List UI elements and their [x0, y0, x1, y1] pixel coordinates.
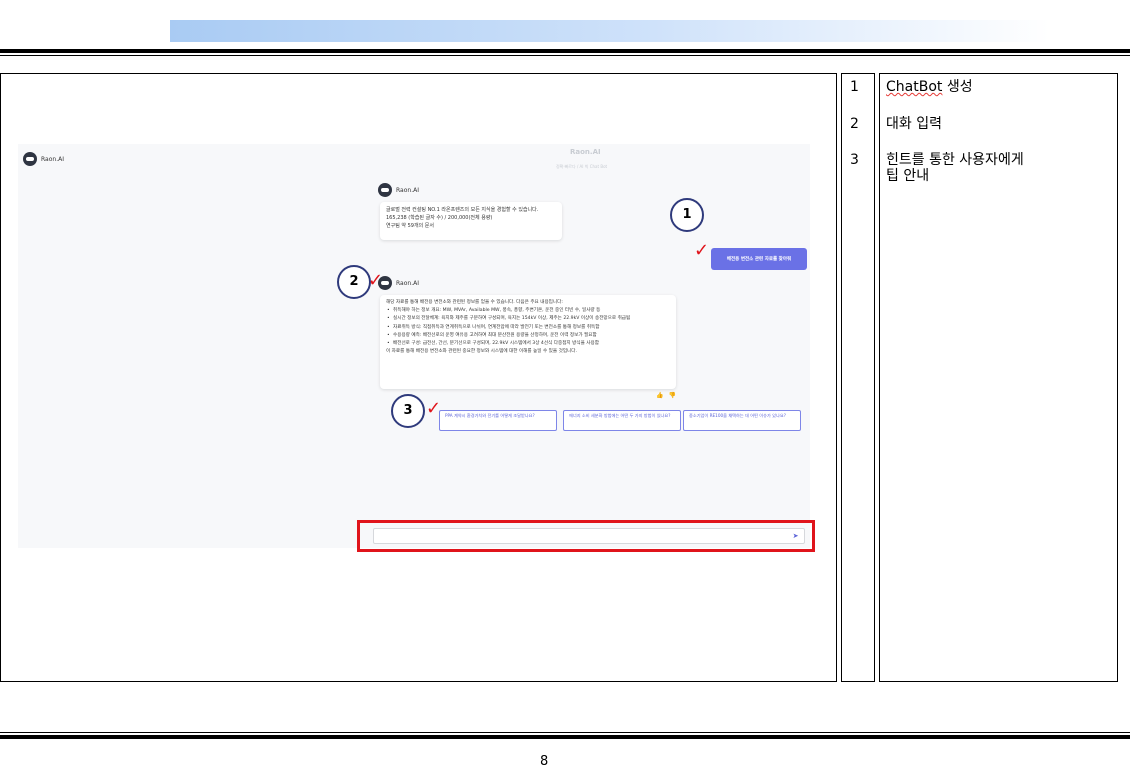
welcome-line-1: 글로벌 전력 컨설팅 NO.1 라온프렌즈의 모든 지식을 경험할 수 있습니다… [386, 207, 539, 213]
callout-2: 2 [337, 265, 371, 299]
app-logo: Raon.AI [23, 152, 64, 166]
check-icon: ✓ [694, 240, 710, 261]
response-bullet: 취득해야 하는 정보 개요: MW, MVAr, Available MW, 풍… [386, 307, 670, 315]
welcome-line-2: 165,238 (학습된 글자 수) / 200,000(전체 용량) [386, 215, 493, 221]
legend-number-column: 1 2 3 [841, 73, 875, 682]
legend-number-2: 2 [850, 116, 859, 132]
legend-description-3: 힌트를 통한 사용자에게 팁 안내 [886, 152, 1116, 184]
hint-button-1[interactable]: PPA 계약시 환경가치와 전기를 어떻게 조달받나요? [439, 410, 557, 431]
check-icon: ✓ [426, 398, 442, 419]
response-bullet: 수용용량 예측: 배전선로의 운영 여유용 고려하여 최대 분산전원 용량을 산… [386, 332, 670, 340]
bottom-rule-thin [0, 732, 1130, 733]
chatbot-term: ChatBot [886, 79, 943, 95]
app-logo-text: Raon.AI [41, 155, 64, 163]
bottom-rule [0, 735, 1130, 739]
welcome-line-3: 연구팀 약 59개의 문서 [386, 223, 434, 229]
legend-description-3-line-1: 힌트를 통한 사용자에게 [886, 152, 1024, 168]
legend-number-3: 3 [850, 152, 859, 168]
page-number: 8 [540, 754, 549, 768]
feedback-buttons: 👍 👎 [656, 392, 676, 399]
top-rule [0, 49, 1130, 53]
response-outro: 이 자료를 통해 배전용 변전소와 관련된 중요한 정보와 시스템에 대한 이해… [386, 349, 577, 355]
app-title: Raon.AI [570, 148, 601, 156]
response-list: 취득해야 하는 정보 개요: MW, MVAr, Available MW, 풍… [386, 307, 670, 348]
check-icon: ✓ [368, 270, 384, 291]
thumbs-down-icon[interactable]: 👎 [668, 392, 675, 399]
response-bullet: 자료취득 방식: 직접취득과 연계취득으로 나뉘며, 연계전압에 따라 발전기 … [386, 324, 670, 332]
legend-description-1-suffix: 생성 [942, 79, 973, 95]
welcome-sender: Raon.AI [378, 183, 419, 197]
response-bubble: 해당 자료를 통해 배전용 변전소와 관련된 정보를 얻을 수 있습니다. 다음… [380, 295, 676, 389]
welcome-sender-name: Raon.AI [396, 186, 419, 194]
hint-button-3[interactable]: 중소기업이 RE100을 채택하는 데 어떤 이슈가 있나요? [683, 410, 801, 431]
legend-description-2: 대화 입력 [886, 116, 942, 132]
top-rule-thin [0, 55, 1130, 56]
response-sender: Raon.AI [378, 276, 419, 290]
legend-number-1: 1 [850, 79, 859, 95]
callout-1: 1 [670, 198, 704, 232]
response-bullet: 배전선로 구성: 급전선, 간선, 분기선으로 구성되며, 22.9kV 시스템… [386, 340, 670, 348]
thumbs-up-icon[interactable]: 👍 [656, 392, 663, 399]
response-bullet: 실시간 정보의 전달체계: 육지와 제주를 구분하여 구성되며, 육지는 154… [386, 315, 670, 323]
user-message-bubble: 배전용 변전소 관련 자료를 찾아줘 [711, 248, 807, 270]
welcome-bubble: 글로벌 전력 컨설팅 NO.1 라온프렌즈의 모든 지식을 경험할 수 있습니다… [380, 202, 562, 240]
response-sender-name: Raon.AI [396, 279, 419, 287]
legend-description-3-line-2: 팁 안내 [886, 168, 930, 184]
header-gradient-bar [170, 20, 1050, 42]
input-highlight-box [357, 520, 815, 552]
response-intro: 해당 자료를 통해 배전용 변전소와 관련된 정보를 얻을 수 있습니다. 다음… [386, 300, 563, 305]
legend-description-column: ChatBot 생성 대화 입력 힌트를 통한 사용자에게 팁 안내 [879, 73, 1118, 682]
app-subtitle: 정확·빠르다 / AI 빅 Chat Bot [556, 164, 608, 169]
bot-avatar-icon [378, 183, 392, 197]
callout-3: 3 [391, 394, 425, 428]
raon-logo-icon [23, 152, 37, 166]
legend-description-1: ChatBot 생성 [886, 79, 1116, 95]
hint-button-2[interactable]: 에너지 소비 세분화 방법에는 어떤 두 가지 방법이 있나요? [563, 410, 681, 431]
